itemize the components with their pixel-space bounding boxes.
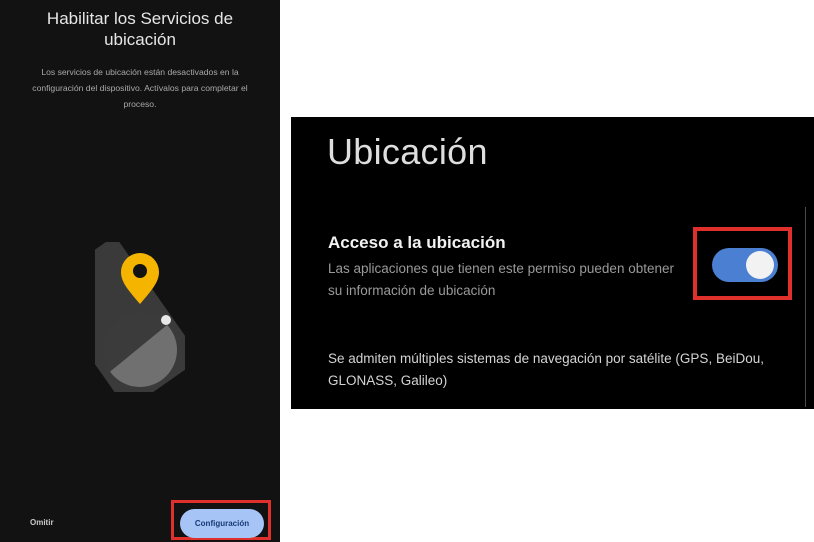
- location-access-label: Acceso a la ubicación: [328, 233, 506, 252]
- location-pin-globe-illustration: [95, 242, 185, 392]
- scrollbar: [805, 207, 806, 407]
- configuration-button[interactable]: Configuración: [180, 509, 264, 538]
- location-disabled-description: Los servicios de ubicación están desacti…: [32, 67, 248, 109]
- toggle-knob: [746, 251, 774, 279]
- location-services-screen: Habilitar los Servicios de ubicación Los…: [0, 0, 280, 542]
- gnss-support-note: Se admiten múltiples sistemas de navegac…: [328, 351, 764, 388]
- location-access-description: Las aplicaciones que tienen este permiso…: [328, 261, 674, 298]
- location-access-toggle[interactable]: [712, 248, 778, 282]
- page-title: Habilitar los Servicios de ubicación: [0, 8, 280, 50]
- title-line-2: ubicación: [104, 30, 176, 49]
- settings-title: Ubicación: [327, 131, 488, 172]
- location-settings-screen: Ubicación Acceso a la ubicación Las apli…: [291, 117, 814, 409]
- skip-link[interactable]: Omitir: [30, 518, 54, 527]
- title-line-1: Habilitar los Servicios de: [46, 9, 234, 28]
